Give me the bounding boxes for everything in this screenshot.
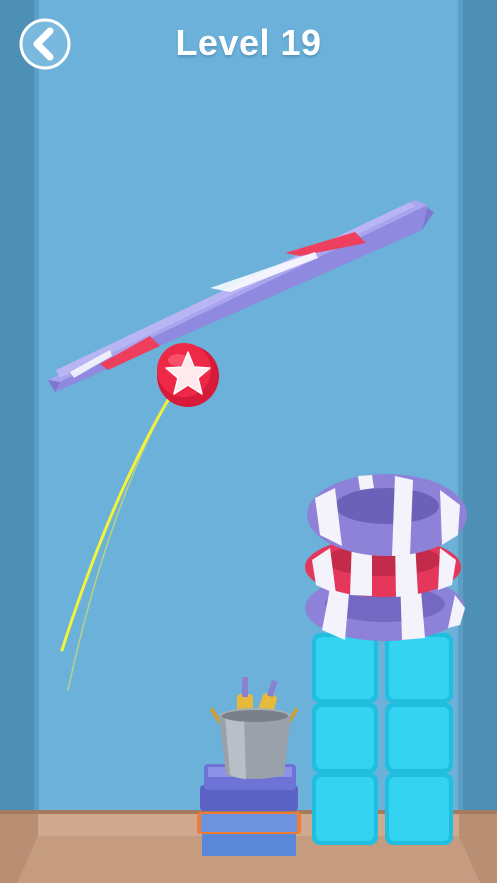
cube bbox=[385, 773, 453, 845]
level-title: Level 19 bbox=[175, 22, 322, 63]
right-wall bbox=[458, 0, 497, 883]
cube bbox=[312, 703, 378, 773]
cube bbox=[312, 633, 378, 703]
cube bbox=[385, 703, 453, 773]
cube bbox=[312, 773, 378, 845]
game-scene[interactable] bbox=[0, 0, 497, 883]
ring-purple-top bbox=[307, 474, 467, 556]
left-wall bbox=[0, 0, 39, 883]
cube bbox=[385, 633, 453, 703]
